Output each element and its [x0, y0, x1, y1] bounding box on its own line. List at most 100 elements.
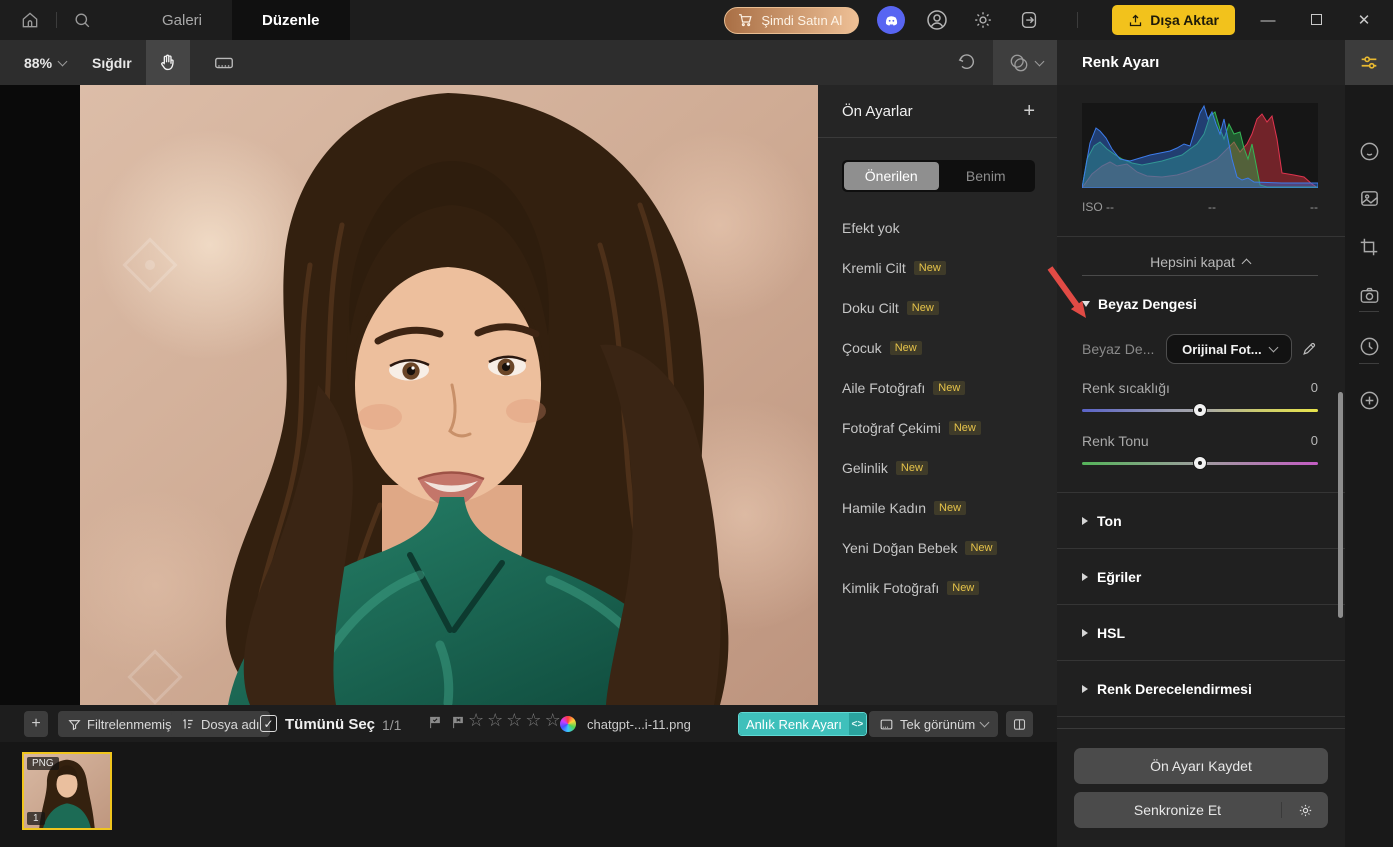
- filter-button[interactable]: Filtrelenmemiş: [58, 711, 182, 737]
- split-view-button[interactable]: [1006, 711, 1033, 737]
- tint-slider[interactable]: [1082, 456, 1318, 470]
- section-header-hsl[interactable]: HSL: [1057, 605, 1345, 661]
- pan-hand-tool[interactable]: [145, 40, 190, 85]
- tool-crop[interactable]: [1345, 227, 1393, 267]
- star-icon[interactable]: ☆: [506, 710, 522, 731]
- tint-value: 0: [1310, 433, 1318, 448]
- preset-item[interactable]: Hamile Kadın New: [818, 488, 1057, 528]
- preset-item[interactable]: Fotoğraf Çekimi New: [818, 408, 1057, 448]
- panel-scrollbar[interactable]: [1338, 392, 1343, 618]
- tool-sidebar: [1345, 40, 1393, 847]
- new-badge: New: [889, 341, 922, 355]
- star-icon[interactable]: ☆: [487, 710, 503, 731]
- temperature-slider-knob[interactable]: [1193, 403, 1207, 417]
- image-canvas[interactable]: [0, 85, 818, 705]
- temperature-slider[interactable]: [1082, 403, 1318, 417]
- tab-recommended[interactable]: Önerilen: [844, 162, 939, 190]
- section-header-e-riler[interactable]: Eğriler: [1057, 549, 1345, 605]
- select-all-checkbox[interactable]: ✓: [260, 715, 277, 732]
- search-icon[interactable]: [73, 11, 92, 30]
- settings-gear-icon[interactable]: [969, 6, 997, 34]
- tool-history[interactable]: [1345, 326, 1393, 366]
- star-icon[interactable]: ☆: [468, 710, 484, 731]
- quick-start-icon[interactable]: [1015, 6, 1043, 34]
- camera-icon: [1360, 287, 1378, 303]
- portrait-photo: [80, 85, 818, 705]
- tool-camera[interactable]: [1345, 275, 1393, 315]
- section-header-ton[interactable]: Ton: [1057, 493, 1345, 549]
- tool-background[interactable]: [1345, 178, 1393, 218]
- white-balance-dropdown[interactable]: Orijinal Fot...: [1166, 334, 1293, 364]
- crop-icon: [1360, 238, 1378, 256]
- panel-divider: [1057, 236, 1345, 237]
- view-mode-dropdown[interactable]: Tek görünüm: [869, 711, 999, 737]
- exif-iso: ISO --: [1082, 200, 1114, 214]
- presets-tab-switcher: Önerilen Benim: [842, 160, 1035, 192]
- tint-slider-knob[interactable]: [1193, 456, 1207, 470]
- preset-item[interactable]: Çocuk New: [818, 328, 1057, 368]
- tab-edit[interactable]: Düzenle: [232, 0, 350, 40]
- undo-button[interactable]: [944, 40, 988, 85]
- zoom-level-select[interactable]: 88%: [24, 55, 68, 71]
- section-label: HSL: [1097, 624, 1125, 641]
- export-button[interactable]: Dışa Aktar: [1112, 5, 1235, 35]
- white-balance-section-header[interactable]: Beyaz Dengesi: [1082, 296, 1197, 312]
- single-view-icon: [880, 719, 893, 729]
- preset-item[interactable]: Doku Cilt New: [818, 288, 1057, 328]
- triangle-right-icon: [1082, 516, 1088, 525]
- preset-item[interactable]: Aile Fotoğrafı New: [818, 368, 1057, 408]
- maximize-button[interactable]: [1301, 12, 1331, 29]
- save-preset-button[interactable]: Ön Ayarı Kaydet: [1074, 748, 1328, 784]
- tab-mine[interactable]: Benim: [939, 162, 1034, 190]
- temperature-slider-group: Renk sıcaklığı 0: [1082, 380, 1318, 417]
- collapsed-sections: Ton Eğriler HSL Renk Derecelendirmesi: [1057, 492, 1345, 717]
- collapse-all-button[interactable]: Hepsini kapat: [1082, 248, 1318, 276]
- star-icon[interactable]: ☆: [525, 710, 541, 731]
- tool-color-adjust[interactable]: [1345, 40, 1393, 85]
- add-preset-button[interactable]: +: [1023, 101, 1035, 121]
- new-badge: New: [913, 261, 946, 275]
- star-rating[interactable]: ☆ ☆ ☆ ☆ ☆: [468, 710, 561, 731]
- preset-label: Yeni Doğan Bebek: [842, 540, 958, 556]
- account-icon[interactable]: [923, 6, 951, 34]
- section-header-renk-derecelendirmesi[interactable]: Renk Derecelendirmesi: [1057, 661, 1345, 717]
- preset-item[interactable]: Efekt yok: [818, 208, 1057, 248]
- preset-item[interactable]: Kimlik Fotoğrafı New: [818, 568, 1057, 608]
- new-badge: New: [934, 501, 967, 515]
- tool-add[interactable]: [1345, 380, 1393, 420]
- home-icon[interactable]: [20, 10, 40, 30]
- live-color-badge-label: Anlık Renk Ayarı: [739, 713, 849, 735]
- preset-item[interactable]: Yeni Doğan Bebek New: [818, 528, 1057, 568]
- selection-count: 1/1: [382, 717, 402, 733]
- sort-button[interactable]: Dosya adı: [171, 711, 270, 737]
- sync-button[interactable]: Senkronize Et: [1074, 802, 1282, 818]
- flag-reject-icon[interactable]: [451, 715, 466, 730]
- star-icon[interactable]: ☆: [545, 710, 561, 731]
- preset-item[interactable]: Kremli Cilt New: [818, 248, 1057, 288]
- new-badge: New: [906, 301, 939, 315]
- preset-item[interactable]: Gelinlik New: [818, 448, 1057, 488]
- compare-view-button[interactable]: [993, 40, 1057, 85]
- photo-thumbnail[interactable]: PNG 1: [22, 752, 112, 830]
- color-label-wheel-icon[interactable]: [560, 716, 576, 732]
- save-preset-label: Ön Ayarı Kaydet: [1150, 758, 1252, 774]
- flag-pick-icon[interactable]: [428, 715, 443, 730]
- buy-now-button[interactable]: Şimdi Satın Al: [724, 6, 860, 34]
- fit-button[interactable]: Sığdır: [92, 55, 132, 71]
- tool-portrait-retouch[interactable]: [1345, 131, 1393, 171]
- titlebar: Galeri Düzenle Şimdi Satın Al Dışa Aktar…: [0, 0, 1393, 40]
- tab-gallery[interactable]: Galeri: [132, 0, 232, 40]
- select-all-label: Tümünü Seç: [285, 716, 376, 733]
- filmstrip-toggle[interactable]: [204, 40, 244, 85]
- discord-icon[interactable]: [877, 6, 906, 34]
- close-button[interactable]: ✕: [1349, 11, 1379, 29]
- eyedropper-icon[interactable]: [1300, 340, 1318, 358]
- tint-label: Renk Tonu: [1082, 433, 1149, 449]
- add-photo-button[interactable]: +: [24, 711, 48, 737]
- sync-settings-button[interactable]: [1282, 802, 1328, 819]
- chevron-down-icon: [57, 56, 68, 66]
- white-balance-row: Beyaz De... Orijinal Fot...: [1082, 334, 1318, 364]
- minimize-button[interactable]: —: [1253, 12, 1283, 29]
- compare-circles-icon: [1010, 54, 1027, 71]
- preset-label: Kremli Cilt: [842, 260, 906, 276]
